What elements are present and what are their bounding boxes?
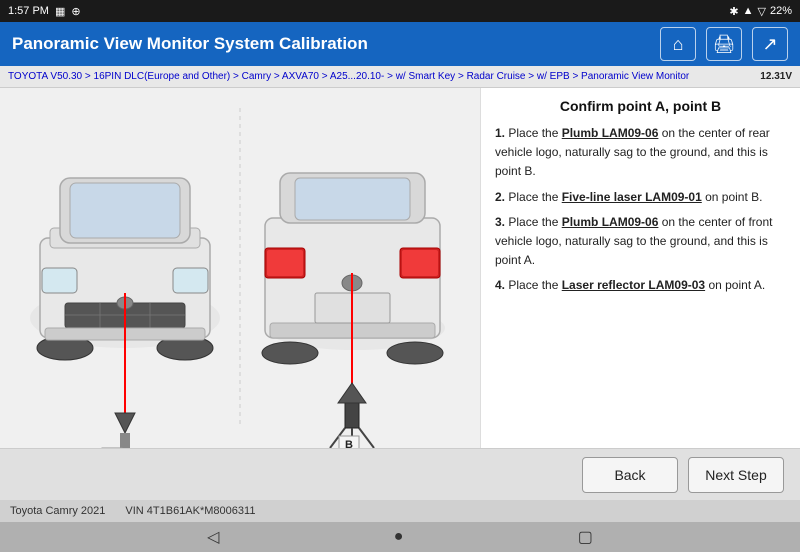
nav-back-button[interactable]: ◁ bbox=[207, 527, 219, 547]
header-title: Panoramic View Monitor System Calibratio… bbox=[12, 34, 368, 54]
status-time: 1:57 PM bbox=[8, 5, 49, 17]
bottom-nav: ◁ ● ▢ bbox=[0, 522, 800, 552]
status-icon2: ⊕ bbox=[71, 5, 80, 18]
header-bar: Panoramic View Monitor System Calibratio… bbox=[0, 22, 800, 66]
wifi-icon: ▲ bbox=[743, 5, 754, 17]
step2-tool: Five-line laser LAM09-01 bbox=[562, 190, 702, 204]
next-step-button[interactable]: Next Step bbox=[688, 457, 784, 493]
signal-icon: ▽ bbox=[758, 5, 766, 18]
bluetooth-icon: ✱ bbox=[729, 5, 738, 18]
breadcrumb-text: TOYOTA V50.30 > 16PIN DLC(Europe and Oth… bbox=[8, 71, 689, 82]
home-button[interactable]: ⌂ bbox=[660, 27, 696, 61]
battery-pct: 22% bbox=[770, 5, 792, 17]
button-bar: Back Next Step bbox=[0, 448, 800, 500]
footer: Toyota Camry 2021 VIN 4T1B61AK*M8006311 bbox=[0, 500, 800, 522]
main-content: A bbox=[0, 88, 800, 448]
status-icon1: ▦ bbox=[55, 5, 65, 18]
step-3: 3. Place the Plumb LAM09-06 on the cente… bbox=[495, 213, 786, 271]
vehicle-vin: VIN 4T1B61AK*M8006311 bbox=[125, 505, 255, 517]
step1-tool: Plumb LAM09-06 bbox=[562, 126, 659, 140]
nav-home-button[interactable]: ● bbox=[394, 528, 404, 546]
car-diagram-panel: A bbox=[0, 88, 480, 448]
section-title: Confirm point A, point B bbox=[495, 98, 786, 114]
instructions-text: 1. Place the Plumb LAM09-06 on the cente… bbox=[495, 124, 786, 296]
instructions-panel: Confirm point A, point B 1. Place the Pl… bbox=[480, 88, 800, 448]
step3-tool: Plumb LAM09-06 bbox=[562, 215, 659, 229]
back-button[interactable]: Back bbox=[582, 457, 678, 493]
svg-text:B: B bbox=[345, 439, 353, 448]
step-4: 4. Place the Laser reflector LAM09-03 on… bbox=[495, 276, 786, 295]
status-bar: 1:57 PM ▦ ⊕ ✱ ▲ ▽ 22% bbox=[0, 0, 800, 22]
step-2: 2. Place the Five-line laser LAM09-01 on… bbox=[495, 188, 786, 207]
print-button[interactable]: 🖨 bbox=[706, 27, 742, 61]
nav-square-button[interactable]: ▢ bbox=[578, 527, 593, 547]
breadcrumb: TOYOTA V50.30 > 16PIN DLC(Europe and Oth… bbox=[0, 66, 800, 88]
car-svg: A bbox=[0, 88, 480, 448]
step4-tool: Laser reflector LAM09-03 bbox=[562, 278, 705, 292]
vehicle-model: Toyota Camry 2021 bbox=[10, 505, 105, 517]
step-1: 1. Place the Plumb LAM09-06 on the cente… bbox=[495, 124, 786, 182]
voltage-display: 12.31V bbox=[760, 71, 792, 82]
export-button[interactable]: ↗ bbox=[752, 27, 788, 61]
